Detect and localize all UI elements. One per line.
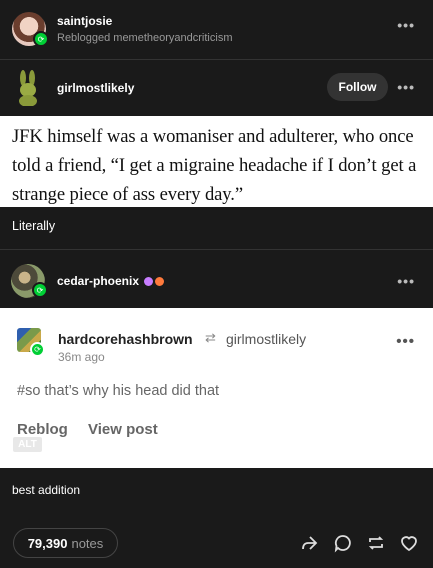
- reblogged-from-line: Reblogged memetheoryandcriticism: [57, 32, 232, 44]
- original-post-header: girlmostlikely Follow •••: [0, 60, 433, 116]
- embedded-reblogged-from[interactable]: girlmostlikely: [226, 331, 306, 347]
- reblog-badge-icon: ⟳: [33, 31, 49, 47]
- reblog-badge-icon: ⟳: [30, 342, 45, 357]
- tag-text[interactable]: #so that’s why his head did that: [17, 383, 219, 399]
- badge-icon: [155, 277, 165, 286]
- timestamp: 36m ago: [58, 350, 105, 364]
- divider: [0, 249, 433, 250]
- post-header: ⟳ saintjosie Reblogged memetheoryandcrit…: [0, 0, 433, 58]
- follow-button[interactable]: Follow: [327, 73, 388, 101]
- reblog-button[interactable]: Reblog: [17, 421, 68, 438]
- more-options-icon[interactable]: •••: [397, 17, 415, 33]
- heart-icon[interactable]: [399, 533, 419, 553]
- author-username[interactable]: girlmostlikely: [57, 81, 134, 95]
- notes-count: 79,390: [27, 535, 68, 551]
- notes-button[interactable]: 79,390 notes: [13, 528, 118, 558]
- embedded-username[interactable]: hardcorehashbrown: [58, 331, 193, 347]
- reblog-badge-icon: ⟳: [32, 282, 48, 298]
- reblogged-from-link[interactable]: memetheoryandcriticism: [113, 32, 232, 44]
- notes-label: notes: [71, 535, 104, 551]
- share-icon[interactable]: [299, 533, 319, 553]
- avatar[interactable]: [14, 70, 42, 106]
- embedded-post-card: ⟳ hardcorehashbrown ⇄ girlmostlikely 36m…: [0, 308, 433, 468]
- badge-icon: [144, 277, 154, 286]
- more-options-icon[interactable]: •••: [396, 333, 415, 350]
- alt-badge[interactable]: ALT: [13, 437, 42, 452]
- reblogged-prefix: Reblogged: [57, 32, 111, 44]
- reblog-arrow-icon: ⇄: [205, 330, 216, 345]
- reblogger-username-line: cedar-phoenix: [57, 274, 165, 288]
- reblogger-username[interactable]: cedar-phoenix: [57, 274, 139, 288]
- comment-text: Literally: [12, 219, 56, 233]
- reblogger-header: ⟳ cedar-phoenix •••: [0, 258, 433, 306]
- more-options-icon[interactable]: •••: [397, 273, 415, 289]
- comment-text: best addition: [12, 483, 81, 497]
- more-options-icon[interactable]: •••: [397, 79, 415, 95]
- header-username[interactable]: saintjosie: [57, 14, 112, 28]
- quote-image: JFK himself was a womaniser and adultere…: [0, 116, 433, 207]
- reblog-icon[interactable]: [366, 533, 386, 553]
- view-post-button[interactable]: View post: [88, 421, 158, 438]
- reply-icon[interactable]: [333, 533, 353, 553]
- quote-text: JFK himself was a womaniser and adultere…: [12, 126, 417, 205]
